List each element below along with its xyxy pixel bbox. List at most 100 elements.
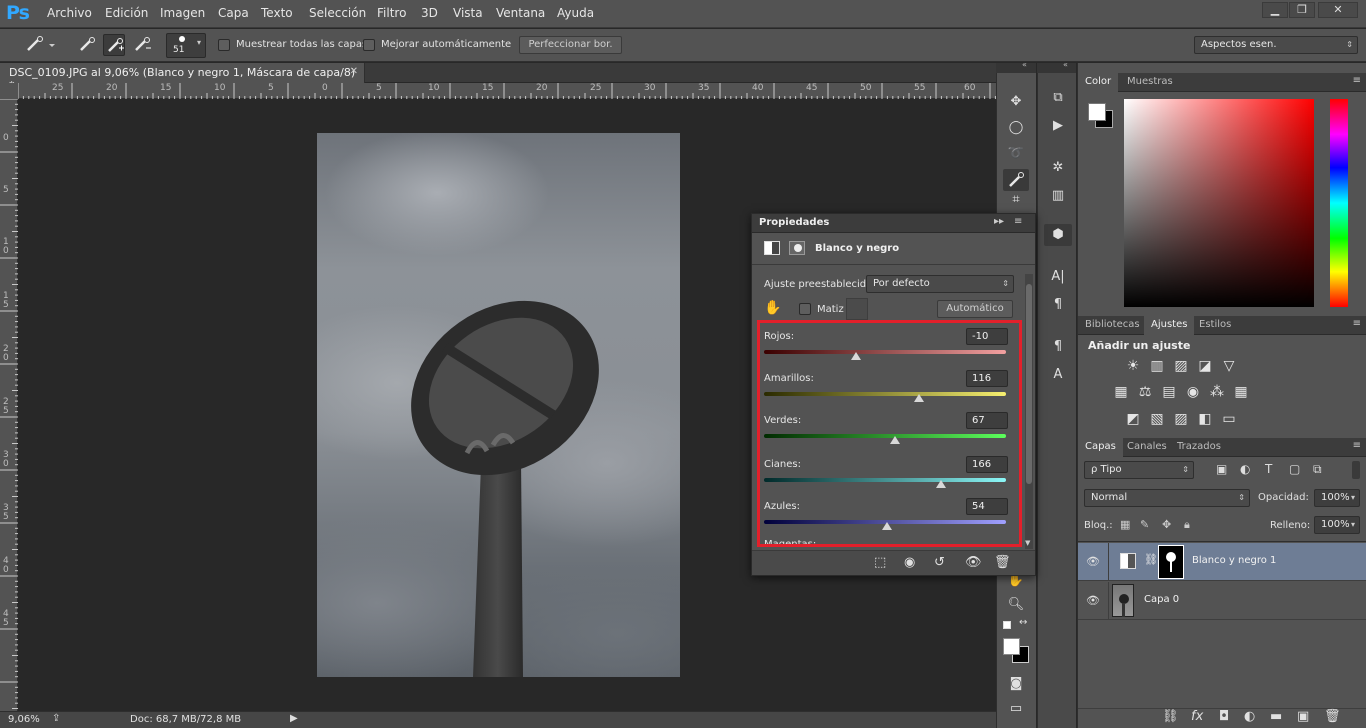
color-balance-icon[interactable]: ⚖ — [1136, 384, 1154, 400]
refine-edge-button[interactable]: Perfeccionar bor. — [519, 36, 622, 54]
reset-icon[interactable]: ↺ — [934, 555, 945, 570]
foreground-color-swatch[interactable] — [1003, 638, 1020, 655]
menu-imagen[interactable]: Imagen — [160, 6, 205, 20]
lock-transparent-icon[interactable]: ▦ — [1120, 518, 1130, 531]
gradient-map-icon[interactable]: ▭ — [1220, 411, 1238, 427]
quick-mask-icon[interactable]: ◙ — [1003, 673, 1029, 695]
marquee-tool-icon[interactable]: ◯ — [1003, 117, 1029, 139]
brush-size-picker[interactable]: 51 ▾ — [166, 33, 206, 58]
layer-mask-thumbnail[interactable] — [1158, 545, 1184, 579]
new-group-icon[interactable]: ▬ — [1270, 709, 1282, 724]
link-icon[interactable]: ⛓ — [1144, 553, 1158, 566]
screen-mode-icon[interactable]: ▭ — [1003, 698, 1029, 720]
targeted-adjust-hand-icon[interactable]: ✋ — [764, 300, 781, 316]
hue-saturation-icon[interactable]: ▦ — [1112, 384, 1130, 400]
menu-3d[interactable]: 3D — [421, 6, 438, 20]
tab-ajustes[interactable]: Ajustes — [1144, 316, 1195, 335]
paragraph-panel-icon[interactable]: ¶ — [1044, 294, 1072, 316]
auto-button[interactable]: Automático — [937, 300, 1013, 318]
lock-all-icon[interactable]: 🔒︎ — [1184, 518, 1190, 532]
tools-collapse-bar[interactable]: « — [996, 60, 1036, 73]
layer-name[interactable]: Capa 0 — [1144, 594, 1179, 605]
paragraph-styles-icon[interactable]: ¶ — [1044, 336, 1072, 358]
selective-color-icon[interactable]: ◧ — [1196, 411, 1214, 427]
quick-selection-tool-icon[interactable] — [1003, 169, 1029, 191]
vibrance-icon[interactable]: ▽ — [1220, 358, 1238, 374]
tool-preset-picker[interactable] — [22, 34, 56, 56]
layer-thumbnail[interactable] — [1112, 584, 1134, 617]
trash-icon[interactable]: 🗑 — [994, 555, 1011, 570]
layer-filter-select[interactable]: ρ Tipo ⇕ — [1084, 461, 1194, 479]
color-field[interactable] — [1124, 99, 1314, 307]
history-panel-icon[interactable]: ⧉ — [1044, 87, 1072, 109]
add-mask-icon[interactable]: ◘ — [1219, 709, 1229, 724]
tab-muestras[interactable]: Muestras — [1120, 73, 1180, 92]
tab-estilos[interactable]: Estilos — [1192, 316, 1238, 335]
default-colors-icon[interactable] — [1003, 621, 1011, 629]
workspace-select[interactable]: Aspectos esen. ⇕ — [1194, 36, 1358, 54]
character-panel-icon[interactable]: A| — [1044, 266, 1072, 288]
menu-seleccion[interactable]: Selección — [309, 6, 366, 20]
actions-panel-icon[interactable]: ▶ — [1044, 115, 1072, 137]
expand-arrows-icon[interactable]: ▸▸ — [994, 216, 1004, 227]
invert-icon[interactable]: ◩ — [1124, 411, 1142, 427]
add-to-selection-mode-button[interactable] — [103, 34, 125, 56]
panel-menu-icon[interactable]: ≡ — [1353, 318, 1361, 329]
curves-icon[interactable]: ▨ — [1172, 358, 1190, 374]
character-styles-icon[interactable]: A — [1044, 364, 1072, 386]
menu-edicion[interactable]: Edición — [105, 6, 148, 20]
auto-enhance-checkbox[interactable] — [363, 39, 375, 51]
restore-button[interactable]: ❐ — [1289, 2, 1315, 18]
subtract-selection-mode-button[interactable] — [131, 34, 153, 56]
lock-pixels-icon[interactable]: ✎ — [1140, 518, 1149, 531]
zoom-tool-icon[interactable]: 🔍︎ — [1003, 594, 1029, 616]
menu-archivo[interactable]: Archivo — [47, 6, 92, 20]
mask-tab-icon[interactable] — [789, 241, 805, 255]
move-tool-icon[interactable]: ✥ — [1003, 91, 1029, 113]
levels-icon[interactable]: ▥ — [1148, 358, 1166, 374]
menu-capa[interactable]: Capa — [218, 6, 249, 20]
lock-position-icon[interactable]: ✥ — [1162, 518, 1171, 531]
color-lookup-icon[interactable]: ▦ — [1232, 384, 1250, 400]
tint-color-swatch[interactable] — [846, 298, 868, 320]
tab-trazados[interactable]: Trazados — [1170, 438, 1228, 457]
tab-canales[interactable]: Canales — [1120, 438, 1174, 457]
zoom-level[interactable]: 9,06% — [8, 714, 40, 725]
menu-ventana[interactable]: Ventana — [496, 6, 545, 20]
menu-vista[interactable]: Vista — [453, 6, 483, 20]
filter-toggle[interactable] — [1352, 461, 1360, 479]
trash-icon[interactable]: 🗑 — [1324, 709, 1341, 724]
tab-capas[interactable]: Capas — [1078, 438, 1123, 457]
properties-panel-icon[interactable]: ⬢ — [1044, 224, 1072, 246]
new-selection-mode-button[interactable] — [76, 34, 98, 56]
tab-color[interactable]: Color — [1078, 73, 1119, 92]
brush-panel-icon[interactable]: ✲ — [1044, 157, 1072, 179]
crop-tool-icon[interactable]: ⌗ — [1003, 193, 1029, 207]
panel-menu-icon[interactable]: ≡ — [1353, 75, 1361, 86]
channel-mixer-icon[interactable]: ⁂ — [1208, 384, 1226, 400]
layer-name[interactable]: Blanco y negro 1 — [1192, 555, 1276, 566]
collapse-arrows-icon[interactable]: « — [1022, 60, 1027, 69]
menu-texto[interactable]: Texto — [261, 6, 293, 20]
hue-slider[interactable] — [1330, 99, 1348, 307]
link-layers-icon[interactable]: ⛓ — [1162, 709, 1179, 724]
clip-to-layer-icon[interactable]: ⬚ — [874, 555, 886, 570]
visibility-eye-icon[interactable]: 👁︎ — [965, 555, 982, 570]
document-tab[interactable]: DSC_0109.JPG al 9,06% (Blanco y negro 1,… — [0, 63, 365, 92]
new-layer-icon[interactable]: ▣ — [1297, 709, 1309, 724]
fx-icon[interactable]: fx — [1191, 709, 1203, 724]
filter-pixel-icon[interactable]: ▣ — [1216, 462, 1227, 476]
scrollbar-thumb[interactable] — [1026, 284, 1032, 484]
export-icon[interactable]: ⇪ — [52, 713, 60, 724]
brightness-contrast-icon[interactable]: ☀ — [1124, 358, 1142, 374]
filter-type-icon[interactable]: T — [1265, 462, 1272, 476]
view-previous-icon[interactable]: ◉ — [904, 555, 915, 570]
eye-icon[interactable]: 👁︎ — [1086, 555, 1100, 569]
adjustment-tab-icon[interactable] — [764, 241, 780, 255]
layer-row-capa-0[interactable]: 👁︎ Capa 0 — [1078, 582, 1366, 620]
opacity-input[interactable]: 100% ▾ — [1314, 489, 1360, 507]
swap-colors-icon[interactable]: ↔ — [1019, 617, 1027, 628]
threshold-icon[interactable]: ▨ — [1172, 411, 1190, 427]
scroll-down-icon[interactable]: ▼ — [1025, 539, 1030, 547]
posterize-icon[interactable]: ▧ — [1148, 411, 1166, 427]
